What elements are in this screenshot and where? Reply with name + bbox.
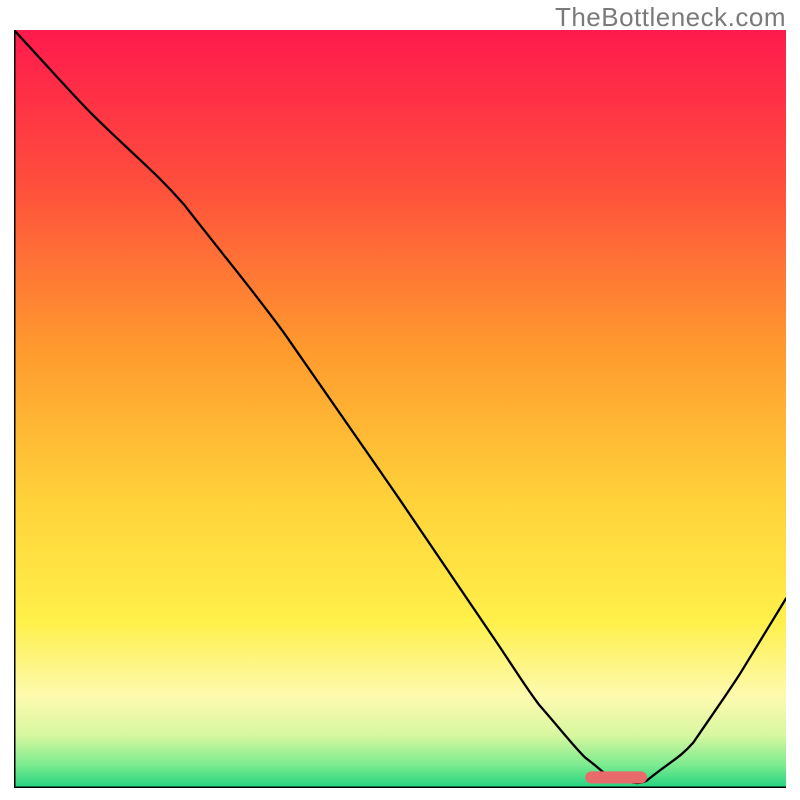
watermark-text: TheBottleneck.com: [555, 2, 786, 33]
chart-svg: [14, 30, 786, 788]
gradient-background: [14, 30, 786, 788]
optimal-marker: [585, 771, 647, 783]
chart-root: TheBottleneck.com: [0, 0, 800, 800]
plot-area: [14, 30, 786, 788]
